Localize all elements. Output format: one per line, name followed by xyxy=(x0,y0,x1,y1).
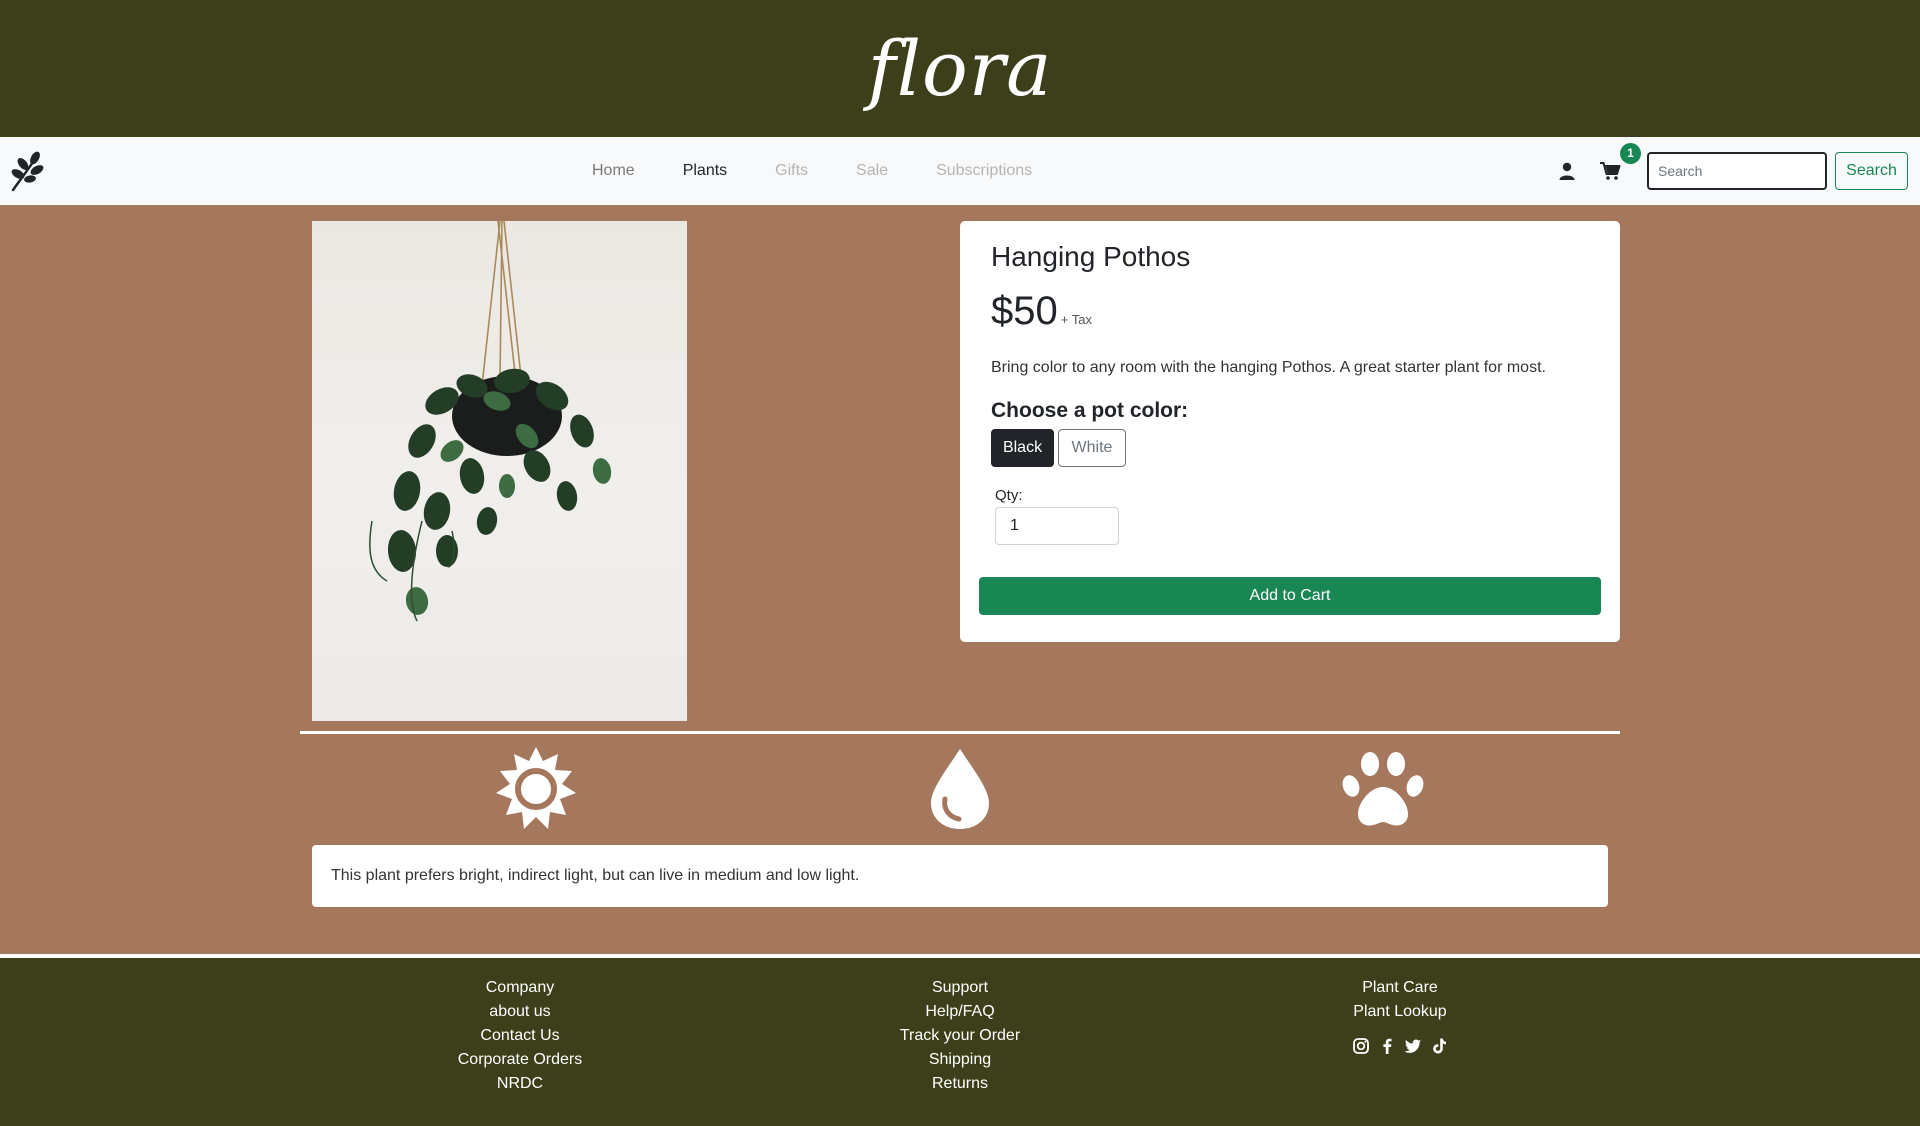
twitter-icon[interactable] xyxy=(1404,1037,1422,1055)
product-price: $50 xyxy=(991,289,1058,333)
instagram-icon[interactable] xyxy=(1352,1037,1370,1055)
footer: Company about us Contact Us Corporate Or… xyxy=(0,958,1920,1126)
footer-link[interactable]: Returns xyxy=(810,1072,1110,1096)
footer-link[interactable]: Contact Us xyxy=(370,1024,670,1048)
footer-link[interactable]: Plant Care xyxy=(1250,976,1550,1000)
footer-company-column: Company about us Contact Us Corporate Or… xyxy=(370,976,670,1096)
search-input[interactable] xyxy=(1647,152,1827,190)
care-info-box: This plant prefers bright, indirect ligh… xyxy=(312,845,1608,907)
leaf-logo-icon[interactable] xyxy=(10,150,44,192)
product-description: Bring color to any room with the hanging… xyxy=(991,359,1546,376)
section-divider xyxy=(300,731,1620,734)
user-icon[interactable] xyxy=(1557,161,1577,181)
tax-note: + Tax xyxy=(1060,312,1092,327)
footer-link[interactable]: Track your Order xyxy=(810,1024,1110,1048)
footer-link[interactable]: Shipping xyxy=(810,1048,1110,1072)
qty-label: Qty: xyxy=(995,487,1023,504)
paw-icon[interactable] xyxy=(1340,747,1426,831)
tiktok-icon[interactable] xyxy=(1430,1037,1448,1055)
nav-gifts[interactable]: Gifts xyxy=(751,162,832,180)
nav-plants[interactable]: Plants xyxy=(659,162,751,180)
product-card: Hanging Pothos $50 + Tax Bring color to … xyxy=(960,221,1620,642)
search-button[interactable]: Search xyxy=(1835,152,1908,190)
sun-icon[interactable] xyxy=(492,747,580,831)
pot-color-white-button[interactable]: White xyxy=(1058,429,1126,467)
social-links xyxy=(1250,1037,1550,1055)
nav-subscriptions[interactable]: Subscriptions xyxy=(912,162,1056,180)
cart-icon[interactable] xyxy=(1599,161,1621,181)
product-title: Hanging Pothos xyxy=(991,241,1191,272)
footer-plantcare-column: Plant Care Plant Lookup xyxy=(1250,976,1550,1055)
footer-support-column: Support Help/FAQ Track your Order Shippi… xyxy=(810,976,1110,1096)
hanging-pothos-illustration xyxy=(369,221,612,622)
footer-link[interactable]: Company xyxy=(370,976,670,1000)
nav-sale[interactable]: Sale xyxy=(832,162,912,180)
product-image xyxy=(312,221,687,721)
nav-home[interactable]: Home xyxy=(568,162,659,180)
qty-input[interactable] xyxy=(995,507,1119,545)
footer-link[interactable]: Plant Lookup xyxy=(1250,1000,1550,1024)
facebook-icon[interactable] xyxy=(1378,1037,1396,1055)
add-to-cart-button[interactable]: Add to Cart xyxy=(979,577,1601,615)
masthead: flora xyxy=(0,0,1920,137)
footer-link[interactable]: Help/FAQ xyxy=(810,1000,1110,1024)
pot-color-heading: Choose a pot color: xyxy=(991,399,1189,422)
pot-color-black-button[interactable]: Black xyxy=(991,429,1054,467)
footer-link[interactable]: Corporate Orders xyxy=(370,1048,670,1072)
nav-links: Home Plants Gifts Sale Subscriptions xyxy=(568,137,1056,205)
cart-count-badge: 1 xyxy=(1620,143,1641,164)
water-drop-icon[interactable] xyxy=(925,747,995,831)
price-row: $50 + Tax xyxy=(991,289,1092,334)
footer-link[interactable]: about us xyxy=(370,1000,670,1024)
brand-logo[interactable]: flora xyxy=(0,0,1920,137)
footer-link[interactable]: Support xyxy=(810,976,1110,1000)
footer-link[interactable]: NRDC xyxy=(370,1072,670,1096)
